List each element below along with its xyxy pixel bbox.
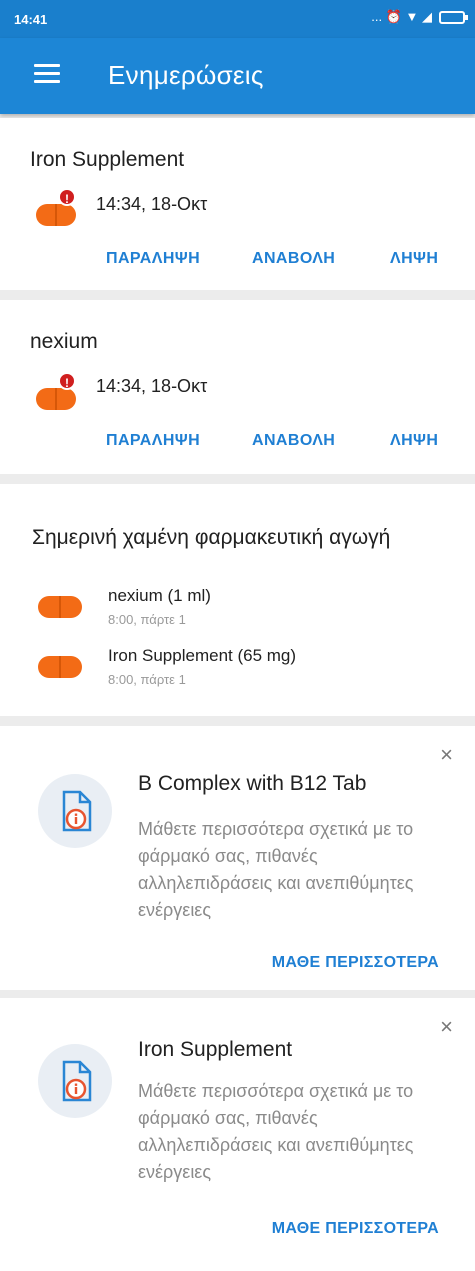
list-item[interactable]: Iron Supplement (65 mg) 8:00, πάρτε 1	[0, 646, 475, 696]
menu-icon[interactable]	[34, 64, 60, 86]
status-icons: ... ⏰ ▼ ◢	[371, 9, 468, 25]
battery-icon	[439, 10, 468, 24]
status-bar: 14:41 ... ⏰ ▼ ◢	[0, 0, 475, 38]
missed-item-schedule: 8:00, πάρτε 1	[108, 672, 186, 687]
info-card: × Iron Supplement Μάθετε περισσότερα σχε…	[0, 998, 475, 1271]
alert-badge-icon: !	[58, 188, 76, 206]
info-card-body: Μάθετε περισσότερα σχετικά με το φάρμακό…	[138, 819, 414, 920]
skip-button[interactable]: ΠΑΡΑΛΗΨΗ	[106, 432, 200, 450]
alert-card: Iron Supplement ! 14:34, 18-Οκτ ΠΑΡΑΛΗΨΗ…	[0, 118, 475, 290]
page-title: Ενημερώσεις	[108, 60, 264, 90]
alert-actions: ΠΑΡΑΛΗΨΗ ΑΝΑΒΟΛΗ ΛΗΨΗ	[0, 250, 475, 280]
alert-card: nexium ! 14:34, 18-Οκτ ΠΑΡΑΛΗΨΗ ΑΝΑΒΟΛΗ …	[0, 300, 475, 474]
status-icons-text: ... ⏰ ▼ ◢	[371, 9, 432, 24]
info-card-title: B Complex with B12 Tab	[138, 772, 367, 795]
learn-more-button[interactable]: ΜΑΘΕ ΠΕΡΙΣΣΟΤΕΡΑ	[272, 954, 439, 972]
pill-icon	[38, 656, 82, 678]
alert-time: 14:34, 18-Οκτ	[96, 376, 208, 396]
snooze-button[interactable]: ΑΝΑΒΟΛΗ	[252, 432, 335, 450]
alert-badge-icon: !	[58, 372, 76, 390]
missed-medication-card: Σημερινή χαμένη φαρμακευτική αγωγή nexiu…	[0, 484, 475, 716]
alert-med-name: nexium	[30, 330, 98, 353]
alert-med-name: Iron Supplement	[30, 148, 185, 171]
snooze-button[interactable]: ΑΝΑΒΟΛΗ	[252, 250, 335, 268]
learn-more-button[interactable]: ΜΑΘΕ ΠΕΡΙΣΣΟΤΕΡΑ	[272, 1220, 439, 1238]
list-item[interactable]: nexium (1 ml) 8:00, πάρτε 1	[0, 586, 475, 636]
missed-item-name: Iron Supplement (65 mg)	[108, 646, 297, 665]
status-time: 14:41	[14, 12, 48, 27]
close-icon[interactable]: ×	[440, 742, 453, 768]
skip-button[interactable]: ΠΑΡΑΛΗΨΗ	[106, 250, 200, 268]
missed-item-schedule: 8:00, πάρτε 1	[108, 612, 186, 627]
missed-title: Σημερινή χαμένη φαρμακευτική αγωγή	[32, 526, 391, 549]
pill-icon	[38, 596, 82, 618]
info-card: × B Complex with B12 Tab Μάθετε περισσότ…	[0, 726, 475, 990]
alert-actions: ΠΑΡΑΛΗΨΗ ΑΝΑΒΟΛΗ ΛΗΨΗ	[0, 432, 475, 462]
info-card-title: Iron Supplement	[138, 1038, 293, 1061]
document-info-icon	[38, 1044, 112, 1118]
alert-time: 14:34, 18-Οκτ	[96, 194, 208, 214]
app-bar: Ενημερώσεις	[0, 38, 475, 114]
pill-icon	[36, 204, 76, 226]
take-button[interactable]: ΛΗΨΗ	[390, 250, 438, 268]
missed-item-name: nexium (1 ml)	[108, 586, 211, 605]
close-icon[interactable]: ×	[440, 1014, 453, 1040]
document-info-icon	[38, 774, 112, 848]
take-button[interactable]: ΛΗΨΗ	[390, 432, 438, 450]
pill-icon	[36, 388, 76, 410]
info-card-body: Μάθετε περισσότερα σχετικά με το φάρμακό…	[138, 1081, 414, 1182]
